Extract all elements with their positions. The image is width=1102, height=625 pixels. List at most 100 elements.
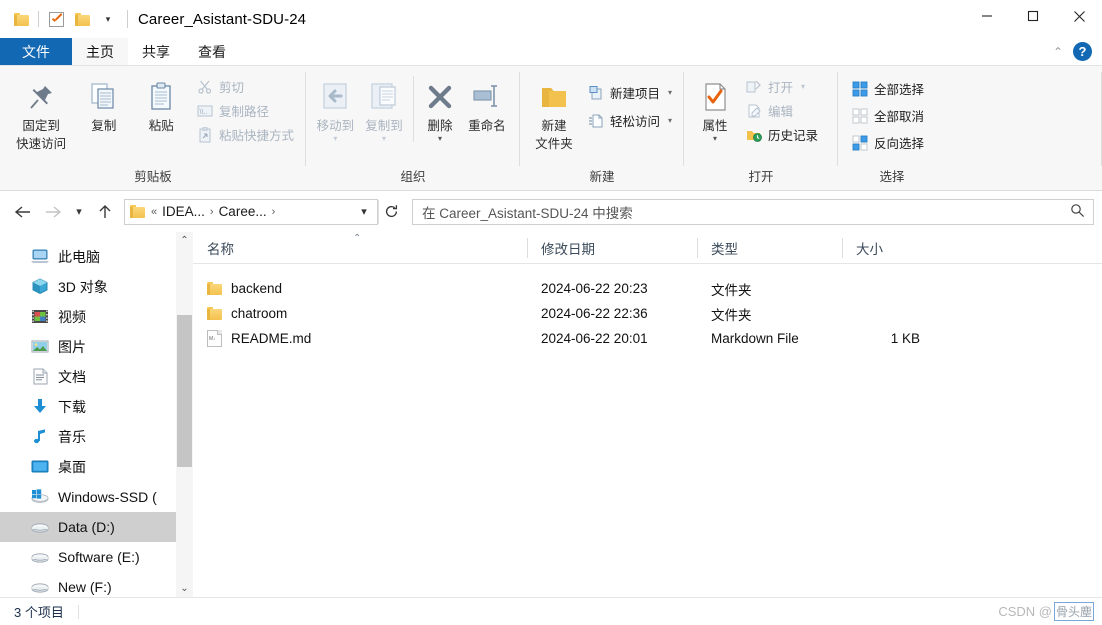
scroll-up-button[interactable]: ⌃ (176, 232, 193, 249)
edit-label: 编辑 (768, 105, 794, 119)
tab-view[interactable]: 查看 (184, 38, 240, 65)
qat-new-folder-icon[interactable] (69, 6, 95, 32)
column-header-name[interactable]: 名称 ⌃ (193, 232, 527, 264)
file-name: backend (231, 281, 283, 296)
properties-caret-icon[interactable]: ▾ (713, 135, 717, 143)
table-row[interactable]: M↓ README.md 2024-06-22 20:01 Markdown F… (193, 326, 1102, 351)
help-icon[interactable]: ? (1073, 42, 1092, 61)
ribbon-properties[interactable]: 属性 ▾ (692, 72, 738, 143)
ribbon-select-none[interactable]: 全部取消 (850, 105, 928, 126)
forward-button[interactable] (38, 198, 68, 226)
search-icon[interactable] (1070, 203, 1085, 221)
recent-locations-button[interactable]: ▾ (68, 198, 90, 226)
up-button[interactable] (90, 198, 120, 226)
ribbon-easy-access[interactable]: 轻松访问 ▾ (586, 110, 676, 131)
column-label-type: 类型 (711, 241, 738, 257)
breadcrumb-separator-1[interactable]: › (270, 206, 278, 218)
tab-file[interactable]: 文件 (0, 38, 72, 65)
ribbon-paste[interactable]: 粘贴 (134, 72, 189, 134)
ribbon-history[interactable]: 历史记录 (744, 124, 822, 145)
maximize-button[interactable] (1010, 0, 1056, 32)
easy-access-icon (588, 113, 604, 129)
copy-path-icon: \\.. (197, 103, 213, 119)
history-icon (746, 127, 762, 143)
open-caret-icon[interactable]: ▾ (801, 82, 805, 91)
sidebar-item-pictures[interactable]: 图片 (0, 332, 176, 362)
qat-properties-icon[interactable] (43, 6, 69, 32)
column-header-type[interactable]: 类型 (697, 232, 842, 264)
file-name: chatroom (231, 306, 288, 321)
column-label-size: 大小 (856, 241, 883, 257)
close-button[interactable] (1056, 0, 1102, 32)
delete-caret-icon[interactable]: ▾ (438, 135, 442, 143)
sidebar-item-new-f[interactable]: New (F:) (0, 572, 176, 597)
breadcrumb-item-0[interactable]: IDEA... (159, 204, 208, 219)
ribbon-new-folder[interactable]: 新建 文件夹 (530, 72, 578, 152)
ribbon-paste-shortcut[interactable]: 粘贴快捷方式 (195, 124, 298, 145)
ribbon-edit[interactable]: 编辑 (744, 100, 822, 121)
paste-icon (144, 78, 178, 116)
address-breadcrumb-box[interactable]: « IDEA... › Caree... › ▾ (124, 198, 378, 225)
pictures-icon (30, 338, 50, 356)
copy-to-icon (367, 78, 401, 116)
qat-customize-button[interactable]: ▾ (95, 6, 121, 32)
sidebar-item-windows-ssd[interactable]: Windows-SSD ( (0, 482, 176, 512)
sidebar-item-videos[interactable]: 视频 (0, 302, 176, 332)
column-header-size[interactable]: 大小 (842, 232, 942, 264)
breadcrumb-item-1[interactable]: Caree... (216, 204, 270, 219)
address-dropdown-icon[interactable]: ▾ (353, 205, 375, 218)
tab-home[interactable]: 主页 (72, 38, 128, 65)
qat-folder-icon[interactable] (8, 6, 34, 32)
easy-access-label: 轻松访问 (609, 115, 660, 129)
group-title-open: 打开 (748, 170, 774, 184)
move-to-caret-icon[interactable]: ▾ (333, 135, 337, 143)
ribbon-select-all[interactable]: 全部选择 (850, 78, 928, 99)
ribbon-delete[interactable]: 删除 ▾ (420, 72, 460, 143)
sidebar-item-desktop[interactable]: 桌面 (0, 452, 176, 482)
cell-date: 2024-06-22 20:23 (541, 281, 648, 296)
ribbon-rename[interactable]: 重命名 (462, 72, 512, 134)
cell-type: 文件夹 (711, 307, 752, 323)
scrollbar-track[interactable] (176, 249, 193, 580)
properties-icon (700, 78, 730, 116)
cell-name: chatroom (193, 301, 527, 326)
ribbon-group-organize: 移动到 ▾ 复制到 ▾ 删除 ▾ 重命名 组织 (306, 66, 520, 190)
sidebar-item-this-pc[interactable]: 此电脑 (0, 242, 176, 272)
ribbon-invert-selection[interactable]: 反向选择 (850, 132, 928, 153)
ribbon-pin-to-quick-access[interactable]: 固定到 快速访问 (8, 72, 74, 152)
minimize-button[interactable] (964, 0, 1010, 32)
scrollbar-thumb[interactable] (177, 315, 192, 468)
navigation-pane-scrollbar[interactable]: ⌃ ⌄ (176, 232, 193, 597)
column-header-date[interactable]: 修改日期 (527, 232, 697, 264)
scroll-down-button[interactable]: ⌄ (176, 580, 193, 597)
table-row[interactable]: backend 2024-06-22 20:23 文件夹 (193, 276, 1102, 301)
easy-access-caret-icon[interactable]: ▾ (668, 116, 672, 125)
sidebar-item-documents[interactable]: 文档 (0, 362, 176, 392)
back-button[interactable] (8, 198, 38, 226)
ribbon-copy-path[interactable]: \\.. 复制路径 (195, 100, 298, 121)
search-box[interactable]: 在 Career_Asistant-SDU-24 中搜索 (412, 198, 1094, 225)
ribbon-new-item[interactable]: 新建项目 ▾ (586, 82, 676, 103)
file-explorer-window: ▾ Career_Asistant-SDU-24 文件 主页 共享 查看 ⌃ ? (0, 0, 1102, 625)
search-input[interactable]: 在 Career_Asistant-SDU-24 中搜索 (422, 202, 1070, 222)
ribbon-copy[interactable]: 复制 (76, 72, 131, 134)
copy-to-caret-icon[interactable]: ▾ (382, 135, 386, 143)
breadcrumb-separator-0[interactable]: › (208, 206, 216, 218)
status-bar: 3 个项目 CSDN @ 骨头塵 (0, 597, 1102, 625)
sidebar-item-downloads[interactable]: 下载 (0, 392, 176, 422)
sidebar-item-3d-objects[interactable]: 3D 对象 (0, 272, 176, 302)
status-separator (77, 604, 79, 619)
ribbon-copy-to[interactable]: 复制到 ▾ (361, 72, 408, 143)
new-item-caret-icon[interactable]: ▾ (668, 88, 672, 97)
tab-share[interactable]: 共享 (128, 38, 184, 65)
refresh-button[interactable] (378, 199, 404, 224)
breadcrumb-overflow-icon[interactable]: « (149, 206, 159, 218)
collapse-ribbon-button[interactable]: ⌃ (1053, 45, 1063, 59)
table-row[interactable]: chatroom 2024-06-22 22:36 文件夹 (193, 301, 1102, 326)
sidebar-item-data-d[interactable]: Data (D:) (0, 512, 176, 542)
ribbon-open[interactable]: 打开 ▾ (744, 76, 822, 97)
sidebar-item-software-e[interactable]: Software (E:) (0, 542, 176, 572)
ribbon-move-to[interactable]: 移动到 ▾ (312, 72, 359, 143)
ribbon-cut[interactable]: 剪切 (195, 76, 298, 97)
sidebar-item-music[interactable]: 音乐 (0, 422, 176, 452)
